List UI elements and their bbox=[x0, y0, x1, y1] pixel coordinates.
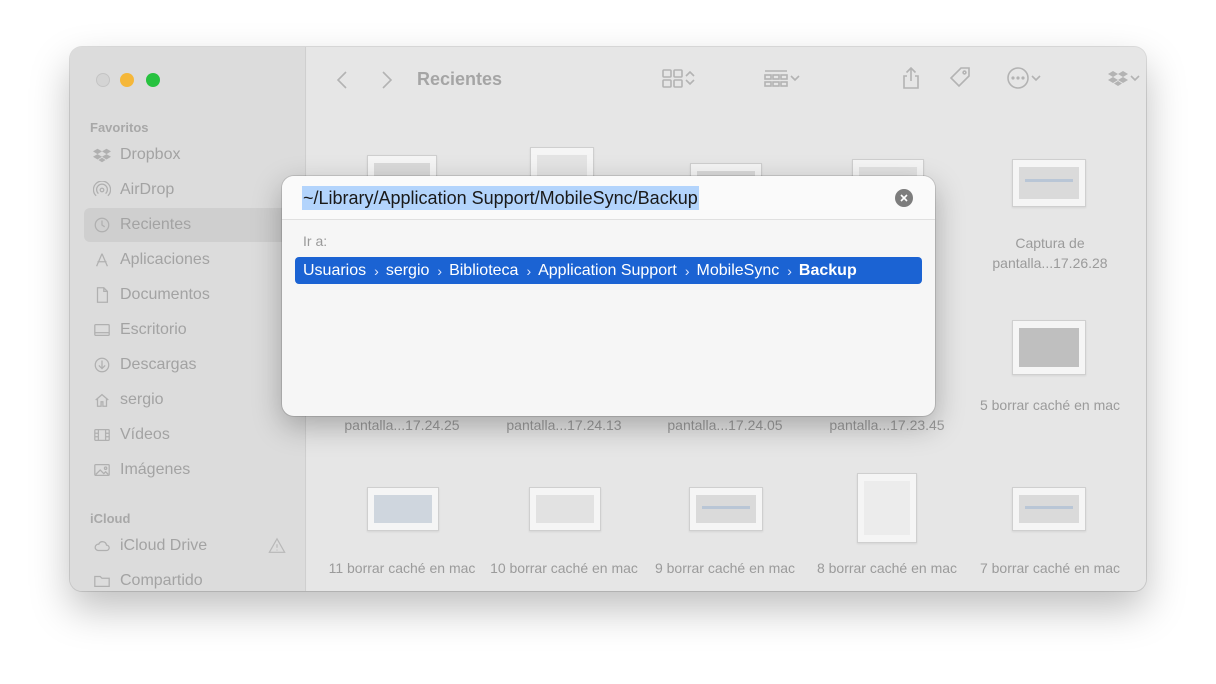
path-input[interactable]: ~/Library/Application Support/MobileSync… bbox=[302, 186, 699, 210]
file-label[interactable]: pantalla...17.23.45 bbox=[812, 415, 962, 435]
file-thumbnail[interactable] bbox=[367, 487, 439, 531]
home-icon bbox=[92, 390, 112, 410]
file-label[interactable]: 7 borrar caché en mac bbox=[975, 558, 1125, 578]
file-thumbnail[interactable] bbox=[1012, 487, 1086, 531]
sidebar-item-imagenes[interactable]: Imágenes bbox=[84, 453, 292, 487]
breadcrumb-separator: › bbox=[684, 262, 690, 279]
file-thumbnail[interactable] bbox=[857, 473, 917, 543]
sidebar-item-label: Imágenes bbox=[120, 461, 191, 478]
airdrop-icon bbox=[92, 180, 112, 200]
sidebar-item-label: Aplicaciones bbox=[120, 251, 210, 268]
file-label[interactable]: pantalla...17.24.13 bbox=[489, 415, 639, 435]
breadcrumb-item: Application Support bbox=[538, 261, 677, 279]
file-label[interactable]: Captura de pantalla...17.26.28 bbox=[975, 233, 1125, 273]
clear-input-button[interactable] bbox=[895, 189, 913, 207]
sidebar-section-icloud: iCloud bbox=[90, 511, 131, 526]
sidebar-item-recientes[interactable]: Recientes bbox=[84, 208, 292, 242]
path-suggestion[interactable]: Usuarios › sergio › Biblioteca › Applica… bbox=[295, 257, 922, 284]
close-icon bbox=[900, 194, 908, 202]
file-thumbnail[interactable] bbox=[529, 487, 601, 531]
breadcrumb-separator: › bbox=[437, 262, 443, 279]
dropbox-icon bbox=[92, 145, 112, 165]
toolbar: Recientes bbox=[307, 47, 1146, 113]
shared-folder-icon bbox=[92, 571, 112, 591]
breadcrumb-item: MobileSync bbox=[696, 261, 780, 279]
sidebar-item-label: Documentos bbox=[120, 286, 210, 303]
sidebar-item-documentos[interactable]: Documentos bbox=[84, 278, 292, 312]
path-input-row: ~/Library/Application Support/MobileSync… bbox=[282, 176, 935, 220]
breadcrumb-item: sergio bbox=[385, 261, 430, 279]
applications-icon bbox=[92, 250, 112, 270]
window-title: Recientes bbox=[417, 69, 503, 89]
updown-chevron-icon bbox=[684, 68, 696, 93]
group-button[interactable] bbox=[759, 67, 805, 93]
back-button[interactable] bbox=[332, 67, 352, 93]
clock-icon bbox=[92, 215, 112, 235]
sidebar-item-descargas[interactable]: Descargas bbox=[84, 348, 292, 382]
sidebar-item-videos[interactable]: Vídeos bbox=[84, 418, 292, 452]
breadcrumb-separator: › bbox=[787, 262, 792, 279]
sidebar-item-dropbox[interactable]: Dropbox bbox=[84, 138, 292, 172]
breadcrumb-item: Usuarios bbox=[303, 261, 367, 279]
file-thumbnail[interactable] bbox=[1012, 159, 1086, 207]
file-thumbnail[interactable] bbox=[689, 487, 763, 531]
desktop-icon bbox=[92, 320, 112, 340]
breadcrumb-item: Biblioteca bbox=[449, 261, 519, 279]
chevron-down-icon bbox=[1129, 71, 1141, 89]
share-button[interactable] bbox=[900, 66, 922, 95]
breadcrumb-item-current: Backup bbox=[798, 261, 857, 279]
warning-icon bbox=[268, 537, 286, 555]
file-thumbnail[interactable] bbox=[1012, 320, 1086, 375]
group-grid-icon bbox=[763, 68, 789, 93]
document-icon bbox=[92, 285, 112, 305]
forward-button[interactable] bbox=[377, 67, 397, 93]
file-label[interactable]: pantalla...17.24.05 bbox=[650, 415, 800, 435]
sidebar-item-label: Compartido bbox=[120, 572, 203, 589]
sidebar-item-label: Recientes bbox=[120, 216, 192, 233]
sidebar-item-aplicaciones[interactable]: Aplicaciones bbox=[84, 243, 292, 277]
cloud-icon bbox=[92, 536, 112, 556]
sidebar-item-label: Dropbox bbox=[120, 146, 181, 163]
tag-icon bbox=[948, 66, 972, 95]
sidebar-item-label: Vídeos bbox=[120, 426, 170, 443]
sidebar-item-airdrop[interactable]: AirDrop bbox=[84, 173, 292, 207]
sidebar-item-sergio[interactable]: sergio bbox=[84, 383, 292, 417]
actions-button[interactable] bbox=[1001, 66, 1047, 95]
breadcrumb-separator: › bbox=[526, 262, 532, 279]
go-to-label: Ir a: bbox=[303, 233, 328, 249]
sidebar: Favoritos Dropbox AirDrop Recientes Apli… bbox=[70, 47, 306, 591]
chevron-down-icon bbox=[789, 71, 801, 89]
close-window-button[interactable] bbox=[96, 73, 110, 87]
dropbox-button[interactable] bbox=[1103, 67, 1145, 93]
maximize-window-button[interactable] bbox=[146, 73, 160, 87]
sidebar-item-label: Escritorio bbox=[120, 321, 187, 338]
breadcrumb-separator: › bbox=[374, 262, 379, 279]
file-label[interactable]: pantalla...17.24.25 bbox=[327, 415, 477, 435]
minimize-window-button[interactable] bbox=[120, 73, 134, 87]
go-to-folder-dialog: ~/Library/Application Support/MobileSync… bbox=[282, 176, 935, 416]
grid-icon bbox=[662, 68, 684, 93]
file-label[interactable]: 10 borrar caché en mac bbox=[489, 558, 639, 578]
sidebar-item-label: AirDrop bbox=[120, 181, 175, 198]
file-label[interactable]: 9 borrar caché en mac bbox=[650, 558, 800, 578]
photo-icon bbox=[92, 460, 112, 480]
download-icon bbox=[92, 355, 112, 375]
sidebar-item-escritorio[interactable]: Escritorio bbox=[84, 313, 292, 347]
sidebar-item-label: sergio bbox=[120, 391, 164, 408]
file-label[interactable]: 11 borrar caché en mac bbox=[327, 558, 477, 578]
ellipsis-circle-icon bbox=[1006, 66, 1030, 95]
chevron-down-icon bbox=[1030, 71, 1042, 89]
icon-view-button[interactable] bbox=[657, 67, 701, 93]
sidebar-item-compartido[interactable]: Compartido bbox=[84, 564, 292, 591]
sidebar-section-favorites: Favoritos bbox=[90, 120, 149, 135]
sidebar-item-icloud-drive[interactable]: iCloud Drive bbox=[84, 529, 292, 563]
file-label[interactable]: 8 borrar caché en mac bbox=[812, 558, 962, 578]
dropbox-icon bbox=[1107, 68, 1129, 93]
sidebar-item-label: Descargas bbox=[120, 356, 197, 373]
tags-button[interactable] bbox=[947, 66, 973, 95]
file-label[interactable]: 5 borrar caché en mac bbox=[975, 395, 1125, 415]
film-icon bbox=[92, 425, 112, 445]
sidebar-item-label: iCloud Drive bbox=[120, 537, 208, 554]
share-icon bbox=[901, 66, 921, 95]
